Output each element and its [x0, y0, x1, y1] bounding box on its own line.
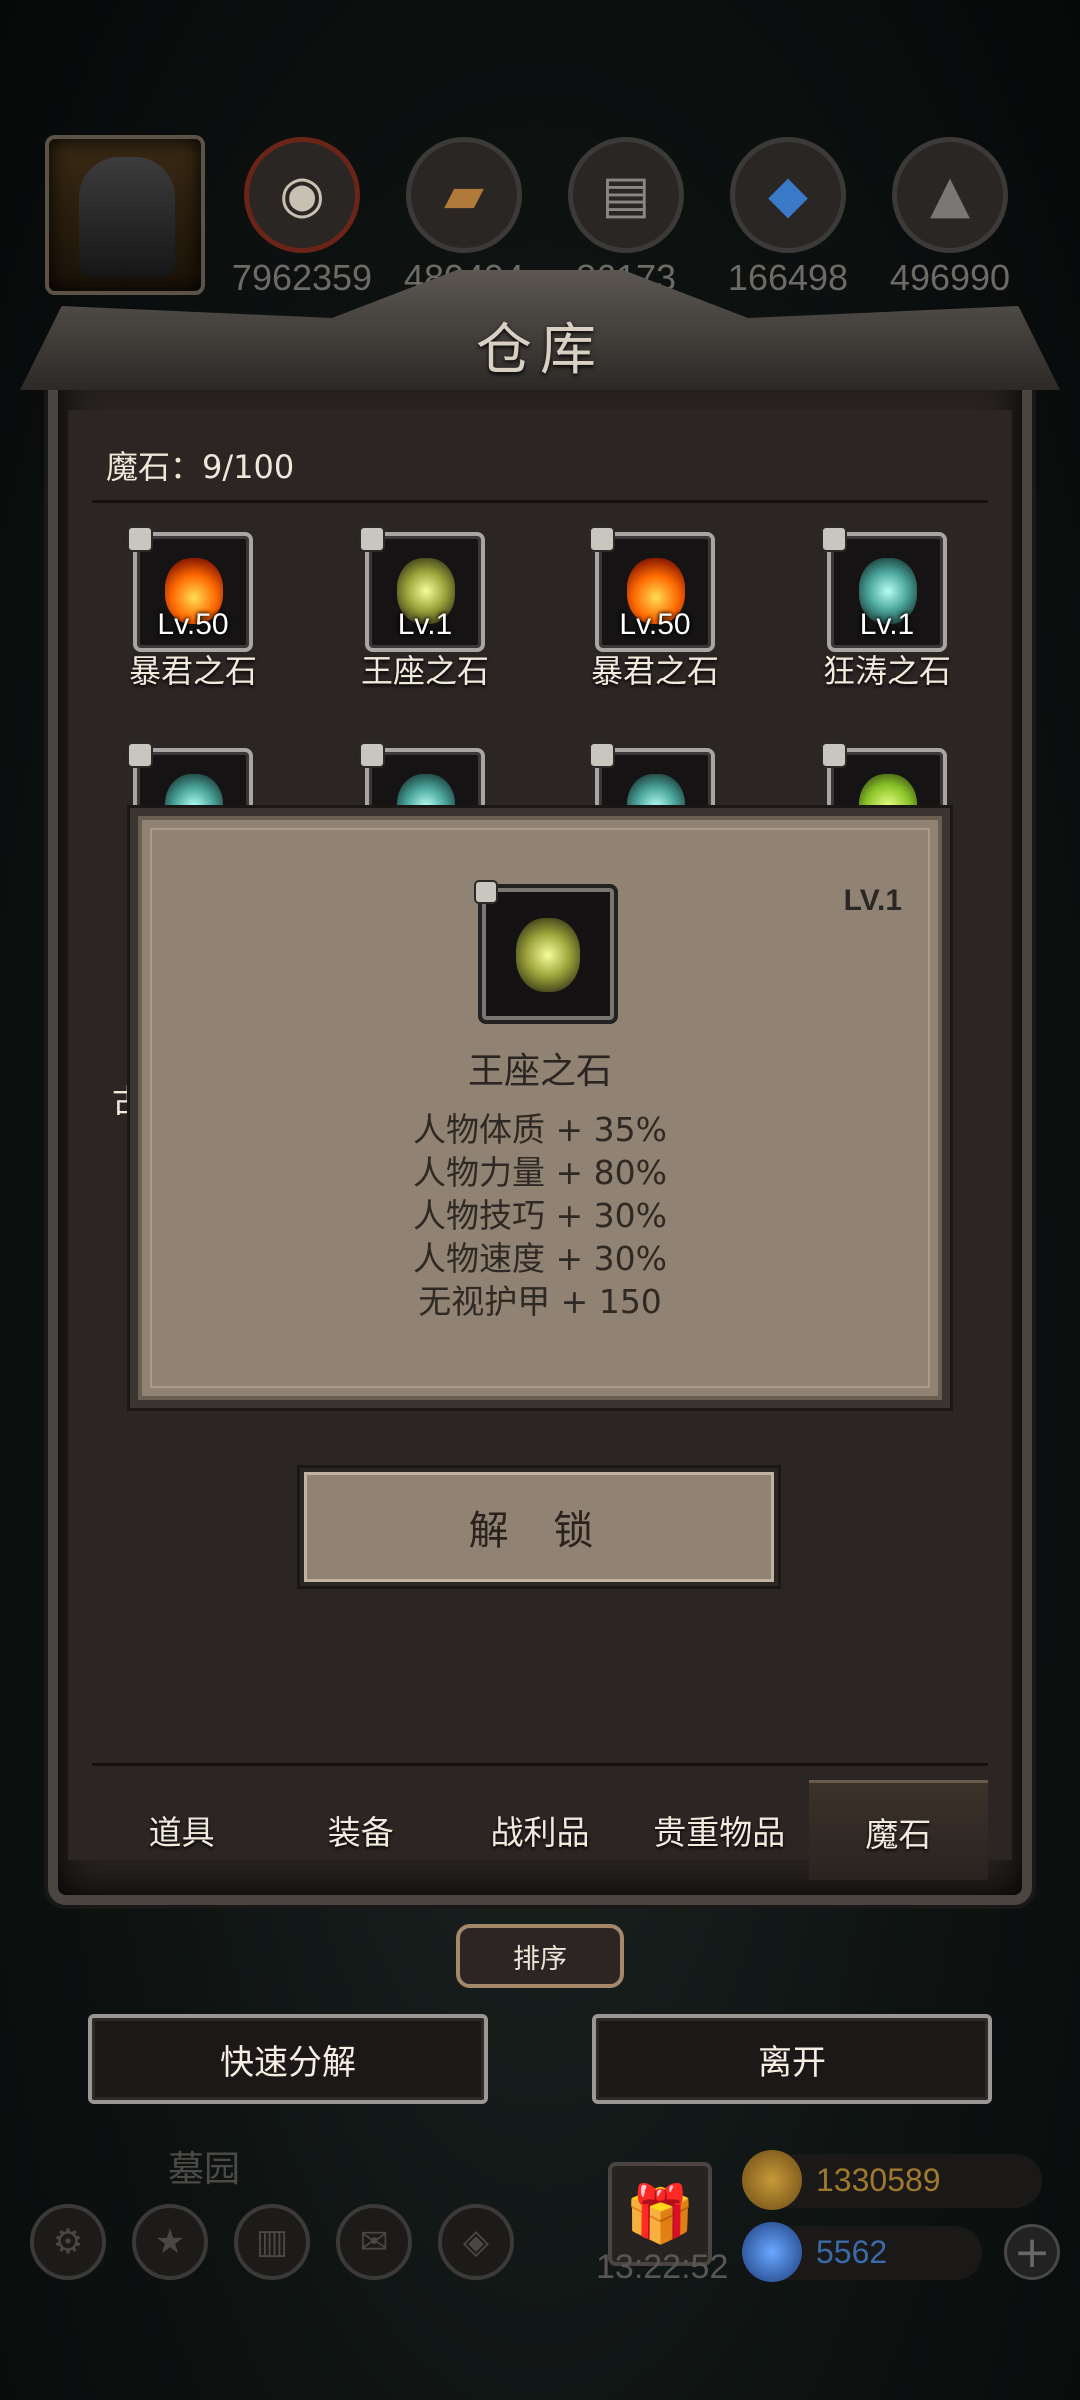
item-detail-popup: LV.1 王座之石 人物体质 + 35% 人物力量 + 80% 人物技巧 + 3… [130, 808, 950, 1408]
item-frame: Lv.1 [359, 526, 485, 652]
gold-value: 1330589 [816, 2162, 941, 2198]
star-icon[interactable]: ★ [132, 2204, 208, 2280]
gate-icon[interactable]: ▥ [234, 2204, 310, 2280]
tab-items[interactable]: 道具 [92, 1780, 271, 1880]
wood-icon: ▰ [406, 137, 522, 253]
unlock-button[interactable]: 解 锁 [300, 1468, 778, 1586]
meat-icon: ◉ [244, 137, 360, 253]
crystal-icon: ◆ [730, 137, 846, 253]
divider [92, 500, 988, 503]
add-currency-button[interactable]: + [1004, 2224, 1060, 2280]
stat-line: 人物技巧 + 30% [413, 1196, 667, 1235]
gold-counter: 1330589 [742, 2150, 1042, 2210]
gem-counter: 5562 [742, 2222, 982, 2282]
leave-button[interactable]: 离开 [592, 2014, 992, 2104]
stat-line: 人物速度 + 30% [413, 1239, 667, 1278]
item-slot[interactable]: Lv.50 暴君之石 [540, 526, 770, 692]
mail-icon[interactable]: ✉ [336, 2204, 412, 2280]
item-level: Lv.50 [157, 608, 229, 641]
lock-icon [589, 526, 615, 552]
ore-icon: ▲ [892, 137, 1008, 253]
stat-list: 人物体质 + 35% 人物力量 + 80% 人物技巧 + 30% 人物速度 + … [138, 1108, 942, 1323]
location-label: 墓园 [168, 2149, 241, 2190]
sort-button[interactable]: 排序 [456, 1924, 624, 1988]
stat-line: 人物体质 + 35% [413, 1110, 667, 1149]
lock-icon [359, 526, 385, 552]
iron-icon: ▤ [568, 137, 684, 253]
item-slot[interactable]: Lv.1 狂涛之石 [772, 526, 1002, 692]
item-frame: Lv.50 [127, 526, 253, 652]
item-slot[interactable]: Lv.50 暴君之石 [78, 526, 308, 692]
resource-value: 496990 [889, 257, 1011, 298]
quick-decompose-button[interactable]: 快速分解 [88, 2014, 488, 2104]
item-level: Lv.1 [397, 608, 453, 641]
category-tabs: 道具 装备 战利品 贵重物品 魔石 [92, 1780, 989, 1880]
tab-equipment[interactable]: 装备 [271, 1780, 450, 1880]
page-title: 仓库 [476, 318, 604, 383]
divider [92, 1763, 988, 1766]
player-avatar[interactable] [45, 135, 205, 295]
lock-icon [474, 880, 498, 904]
item-name: 暴君之石 [590, 652, 719, 690]
item-slot[interactable]: Lv.1 王座之石 [310, 526, 540, 692]
tab-loot[interactable]: 战利品 [450, 1780, 629, 1880]
lock-icon [821, 742, 847, 768]
item-frame: Lv.50 [589, 526, 715, 652]
tab-valuables[interactable]: 贵重物品 [630, 1780, 809, 1880]
gem-icon [742, 2222, 802, 2282]
item-frame: Lv.1 [821, 526, 947, 652]
popup-item-frame [474, 880, 618, 1024]
gem-value: 5562 [816, 2234, 888, 2270]
item-name: 王座之石 [360, 652, 489, 690]
resource-value: 7962359 [231, 257, 373, 298]
lock-icon [359, 742, 385, 768]
item-name: 狂涛之石 [822, 652, 951, 690]
resource-ore[interactable]: ▲ 496990 [890, 137, 1010, 298]
resource-crystal[interactable]: ◆ 166498 [728, 137, 848, 298]
lock-icon [127, 526, 153, 552]
helmet-icon [79, 157, 175, 277]
gift-timer: 13:22:52 [596, 2248, 729, 2286]
lock-icon [589, 742, 615, 768]
resource-value: 166498 [727, 257, 849, 298]
item-count-label: 魔石：9/100 [106, 448, 295, 486]
stat-line: 人物力量 + 80% [413, 1153, 667, 1192]
hud-menu: ⚙ ★ ▥ ✉ ◈ [30, 2204, 514, 2280]
gold-coin-icon [742, 2150, 802, 2210]
settings-icon[interactable]: ⚙ [30, 2204, 106, 2280]
item-level: Lv.1 [859, 608, 915, 641]
lock-icon [127, 742, 153, 768]
item-name: 暴君之石 [128, 652, 257, 690]
popup-item-name: 王座之石 [467, 1051, 612, 1092]
bag-icon[interactable]: ◈ [438, 2204, 514, 2280]
item-level: Lv.50 [619, 608, 691, 641]
tab-magic-stones[interactable]: 魔石 [808, 1780, 989, 1880]
stat-line: 无视护甲 + 150 [418, 1282, 662, 1321]
popup-level: LV.1 [843, 884, 902, 917]
lock-icon [821, 526, 847, 552]
throne-stone-icon [516, 918, 580, 992]
resource-meat[interactable]: ◉ 7962359 [232, 137, 372, 298]
